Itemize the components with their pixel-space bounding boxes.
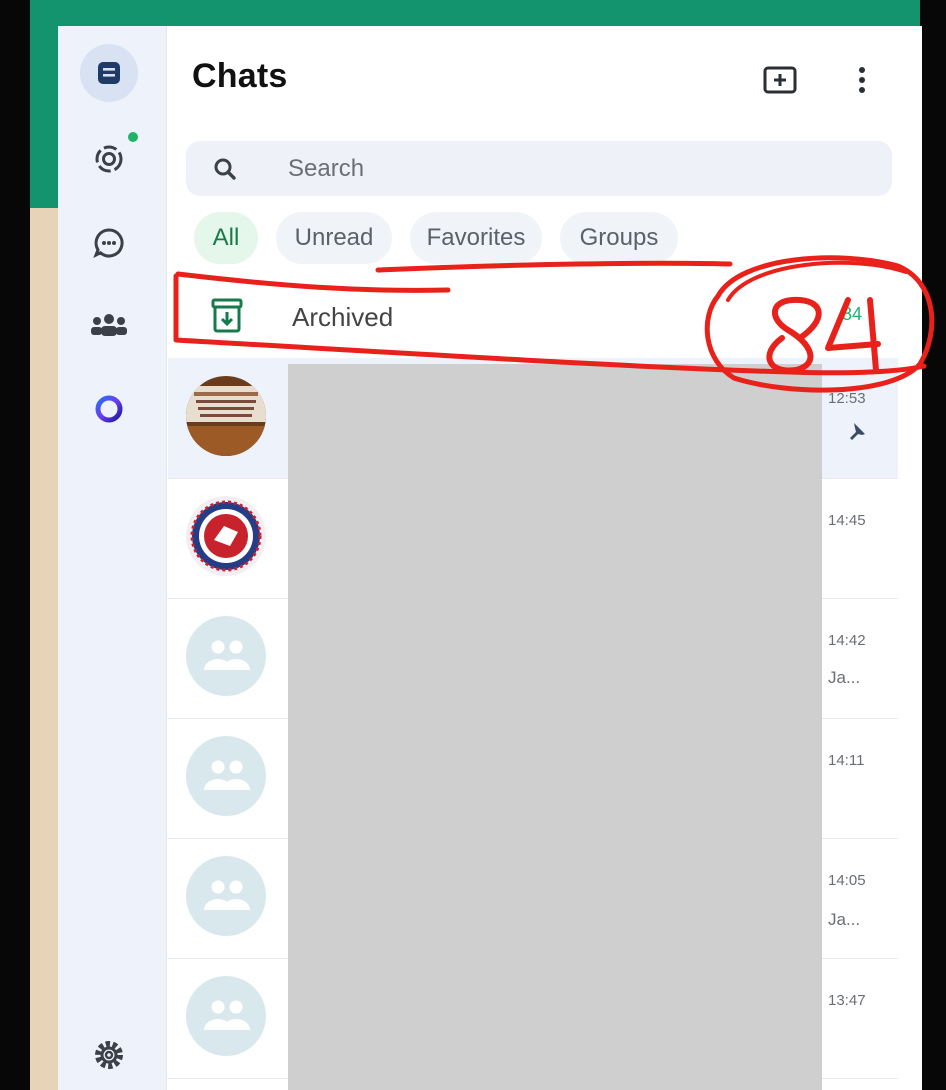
channels-nav-button[interactable] [84, 218, 134, 268]
filter-chip-all[interactable]: All [194, 212, 258, 264]
menu-icon [859, 67, 865, 93]
filter-chip-unread[interactable]: Unread [276, 212, 392, 264]
archived-count: 84 [842, 304, 863, 324]
chat-avatar [186, 616, 266, 696]
group-icon [204, 1000, 250, 1030]
emblem-avatar-image [186, 496, 266, 576]
chat-time: 14:45 [828, 512, 866, 529]
archived-label: Archived [292, 302, 394, 332]
chat-preview: Ja... [828, 910, 861, 929]
archived-row[interactable]: Archived 84 [170, 274, 900, 358]
chat-avatar [186, 976, 266, 1056]
status-icon [95, 145, 123, 173]
channels-icon [93, 228, 124, 259]
chat-time: 14:42 [828, 632, 866, 649]
archive-icon [211, 298, 243, 333]
communities-icon [91, 314, 127, 336]
status-nav-button[interactable] [84, 132, 138, 184]
search-input[interactable] [286, 149, 850, 189]
search-icon [214, 158, 236, 180]
chat-avatar [186, 736, 266, 816]
meta-ai-nav-button[interactable] [84, 384, 134, 434]
photo-avatar-image [186, 376, 266, 456]
chat-time: 14:05 [828, 872, 866, 889]
meta-ai-icon [95, 395, 123, 423]
page-title: Chats [192, 57, 288, 95]
settings-nav-button[interactable] [84, 1030, 134, 1080]
chat-time: 13:47 [828, 992, 866, 1009]
chat-avatar [186, 376, 266, 456]
search-bar [186, 141, 892, 196]
redaction-block [288, 364, 822, 1090]
filter-chip-groups[interactable]: Groups [560, 212, 678, 264]
chats-icon [98, 62, 120, 84]
new-chat-icon [763, 66, 797, 94]
group-icon [204, 760, 250, 790]
group-icon [204, 880, 250, 910]
status-unread-dot [128, 132, 138, 142]
chat-avatar [186, 496, 266, 576]
nav-rail [58, 26, 167, 1090]
pin-icon [850, 423, 865, 440]
settings-icon [95, 1041, 123, 1069]
menu-button[interactable] [844, 56, 880, 104]
chat-avatar [186, 856, 266, 936]
chat-preview: Ja... [828, 668, 861, 687]
new-chat-button[interactable] [754, 56, 806, 104]
chat-time: 14:11 [828, 752, 865, 769]
filter-chip-favorites[interactable]: Favorites [410, 212, 542, 264]
communities-nav-button[interactable] [84, 300, 134, 350]
chats-nav-button[interactable] [80, 44, 138, 102]
group-icon [204, 640, 250, 670]
chat-time: 12:53 [828, 390, 866, 407]
